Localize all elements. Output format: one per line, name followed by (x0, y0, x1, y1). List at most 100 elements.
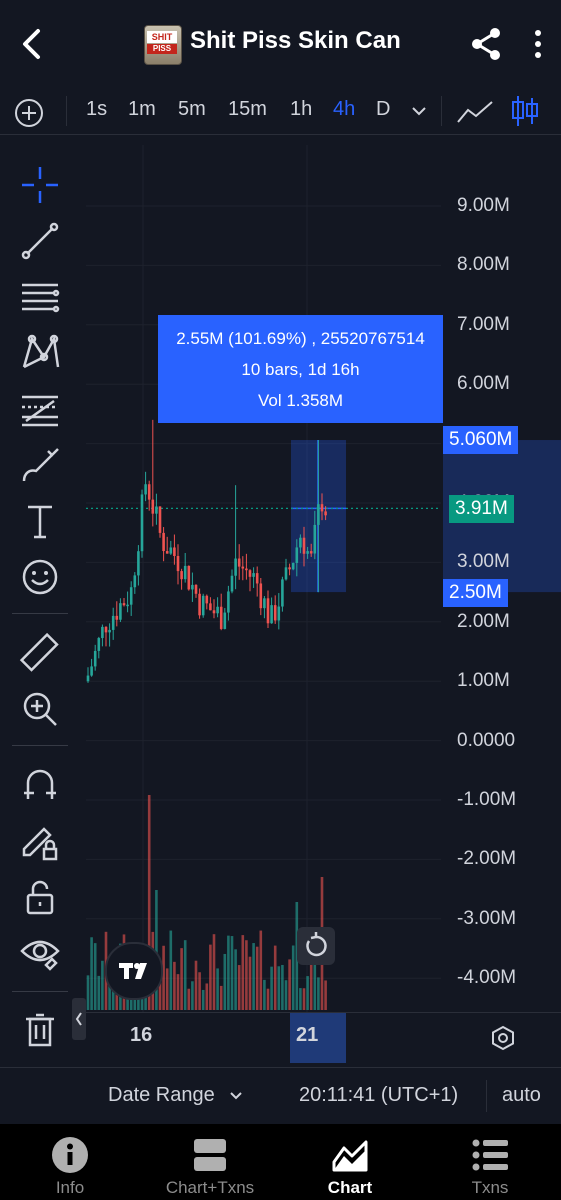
chart-icon (332, 1140, 368, 1172)
candle-body (313, 524, 317, 554)
time-label-16: 16 (130, 1024, 153, 1046)
volume-bar (227, 935, 230, 1010)
volume-bar (162, 945, 165, 1010)
candle-body (115, 615, 119, 620)
pattern-icon[interactable] (18, 331, 62, 375)
measure-change: 2.55M (101.69%) , 25520767514 (176, 329, 425, 348)
measure-upper-price: 5.060M (443, 426, 519, 454)
volume-bar (230, 936, 234, 1010)
auto-scale-toggle[interactable]: auto (502, 1084, 541, 1107)
volume-bar (255, 946, 259, 1010)
candle-body (97, 638, 101, 651)
magnet-icon[interactable] (18, 763, 62, 807)
candle-body (306, 551, 309, 554)
candle-body (295, 547, 299, 563)
toolbar-divider (441, 96, 442, 126)
volume-bar (212, 934, 216, 1010)
horizontal-lines-icon[interactable] (18, 275, 62, 319)
reset-chart-button[interactable] (297, 927, 335, 965)
candle-body (183, 565, 187, 580)
trash-icon[interactable] (18, 1009, 62, 1053)
candle-body (230, 575, 234, 592)
volume-bar (216, 968, 219, 1010)
volume-bar (180, 948, 183, 1010)
back-arrow-icon[interactable] (18, 28, 46, 60)
info-icon (52, 1137, 88, 1173)
split-view-icon (194, 1139, 226, 1171)
line-chart-icon[interactable] (456, 98, 494, 126)
candle-body (255, 573, 259, 584)
app-header: SHIT PISS Shit Piss Skin Can (0, 0, 561, 88)
timeframe-d[interactable]: D (376, 98, 390, 121)
volume-bar (194, 960, 198, 1010)
trend-line-icon[interactable] (18, 219, 62, 263)
volume-bar (187, 988, 191, 1010)
candle-body (273, 605, 277, 621)
candle-body (129, 587, 133, 605)
crosshair-icon[interactable] (18, 163, 62, 207)
share-icon[interactable] (470, 27, 502, 61)
candle-body (245, 568, 248, 571)
brush-icon[interactable] (18, 443, 62, 487)
candle-body (234, 558, 237, 576)
candle-body (212, 610, 216, 614)
time-label-21: 21 (296, 1024, 319, 1046)
candle-body (101, 626, 104, 639)
timeframe-1s[interactable]: 1s (86, 98, 107, 121)
candle-body (227, 591, 230, 613)
timeframe-1h[interactable]: 1h (290, 98, 312, 121)
lock-drawing-icon[interactable] (18, 819, 62, 863)
candle-body (219, 606, 223, 629)
volume-bar (93, 943, 97, 1010)
collapse-toolbar-button[interactable] (72, 998, 86, 1040)
text-icon[interactable] (18, 499, 62, 543)
chevron-down-icon[interactable] (410, 104, 428, 118)
ruler-icon[interactable] (18, 631, 62, 675)
measure-bars: 10 bars, 1d 16h (241, 360, 360, 379)
timeframe-5m[interactable]: 5m (178, 98, 206, 121)
logo-text-top: SHIT (147, 31, 177, 43)
candle-body (158, 506, 162, 533)
nav-chart[interactable]: Chart (280, 1124, 420, 1200)
candle-body (320, 504, 324, 512)
candle-body (180, 571, 183, 580)
timeframe-toolbar: 1s 1m 5m 15m 1h 4h D (0, 88, 561, 135)
chevron-down-icon[interactable] (228, 1090, 244, 1102)
nav-chart-txns[interactable]: Chart+Txns (140, 1124, 280, 1200)
volume-bar (97, 975, 101, 1010)
add-indicator-icon[interactable] (13, 97, 45, 129)
volume-bar (324, 980, 327, 1010)
candle-body (111, 615, 115, 630)
fib-levels-icon[interactable] (18, 387, 62, 431)
timeframe-4h[interactable]: 4h (333, 98, 355, 121)
date-range-button[interactable]: Date Range (108, 1084, 215, 1107)
unlock-icon[interactable] (18, 875, 62, 919)
nav-txns[interactable]: Txns (420, 1124, 560, 1200)
volume-bar (306, 976, 309, 1010)
candlestick-chart-icon[interactable] (510, 94, 540, 128)
volume-bar (288, 959, 291, 1010)
toolbar-divider (12, 745, 68, 746)
volume-bar (299, 988, 302, 1010)
candle-body (284, 567, 288, 580)
eye-icon[interactable] (18, 931, 62, 975)
candle-body (317, 504, 320, 525)
emoji-icon[interactable] (18, 555, 62, 599)
volume-bar (270, 966, 273, 1010)
refresh-icon (306, 932, 327, 957)
tradingview-logo[interactable] (105, 942, 163, 1000)
nav-info[interactable]: Info (0, 1124, 140, 1200)
candle-body (216, 606, 219, 614)
candle-body (201, 595, 205, 616)
candle-body (277, 606, 281, 621)
volume-bar (191, 981, 194, 1010)
chart-settings-icon[interactable] (490, 1025, 516, 1051)
timeframe-15m[interactable]: 15m (228, 98, 267, 121)
zoom-in-icon[interactable] (18, 687, 62, 731)
volume-bar (248, 956, 252, 1010)
more-menu-icon[interactable] (530, 28, 546, 60)
timeframe-1m[interactable]: 1m (128, 98, 156, 121)
toolbar-divider (66, 96, 67, 126)
volume-bar (234, 949, 237, 1010)
candle-body (187, 565, 191, 590)
